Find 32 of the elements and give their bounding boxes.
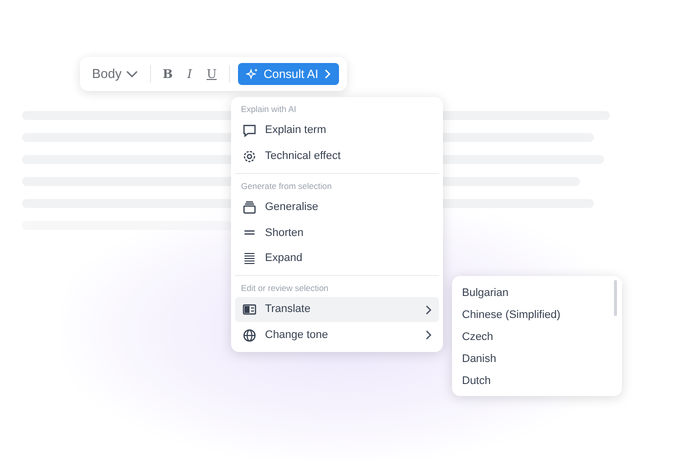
menu-item[interactable]: Technical effect (235, 143, 439, 169)
chevron-down-icon (126, 70, 138, 78)
menu-item[interactable]: Expand (235, 246, 439, 271)
menu-item[interactable]: Explain term (235, 118, 439, 144)
menu-item[interactable]: Generalise (235, 194, 439, 220)
bold-button[interactable]: B (158, 65, 177, 83)
scrollbar[interactable] (614, 280, 617, 316)
lines-icon (242, 250, 257, 266)
menu-item[interactable]: Translate (235, 296, 439, 322)
sparkle-icon (246, 68, 258, 80)
chevron-right-icon (425, 304, 432, 314)
globe-icon (242, 328, 257, 342)
language-option[interactable]: Dutch (462, 370, 614, 392)
italic-button[interactable]: I (180, 65, 199, 83)
underline-button[interactable]: U (202, 65, 221, 83)
language-option[interactable]: Danish (462, 348, 614, 370)
stacked-box-icon (242, 200, 257, 215)
section-heading: Edit or review selection (240, 282, 330, 295)
section-heading: Generate from selection (240, 180, 333, 193)
language-card-icon (242, 302, 257, 317)
menu-item[interactable]: Change tone (235, 322, 439, 348)
section-heading: Explain with AI (240, 103, 298, 116)
menu-item[interactable]: Shorten (235, 220, 439, 246)
text-style-dropdown[interactable]: Body (88, 64, 142, 84)
language-option[interactable]: Bulgarian (462, 282, 614, 304)
chevron-right-icon (324, 69, 332, 79)
language-option[interactable]: Chinese (Simplified) (462, 304, 614, 326)
consult-ai-button[interactable]: Consult AI (238, 63, 340, 85)
chevron-right-icon (425, 330, 432, 340)
speech-bubble-icon (242, 123, 257, 138)
language-option[interactable]: Czech (462, 326, 614, 348)
gear-icon (242, 148, 257, 164)
